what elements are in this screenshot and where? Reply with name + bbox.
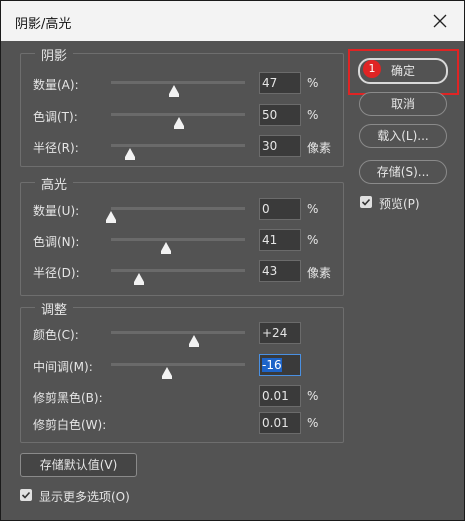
preview-checkbox[interactable]: [360, 196, 372, 208]
preview-check-icon: [361, 198, 371, 206]
more-options-label: 显示更多选项(O): [39, 490, 130, 504]
shadows-radius-unit: 像素: [307, 141, 332, 155]
shadow-highlight-dialog: 阴影/高光 阴影 数量(A): 47 % 色调(T): 50 % 半径(R):: [0, 0, 465, 521]
color-input[interactable]: +24: [259, 322, 301, 344]
clip-black-label: 修剪黑色(B):: [33, 391, 103, 405]
adjustments-group: 调整 颜色(C): +24 中间调(M): -16 修剪黑色(B): 0.01 …: [20, 299, 344, 443]
shadows-tone-unit: %: [307, 108, 319, 122]
shadows-radius-label: 半径(R):: [33, 141, 79, 155]
more-options-checkbox[interactable]: [20, 489, 32, 501]
color-label: 颜色(C):: [33, 328, 79, 342]
clip-white-unit: %: [307, 416, 319, 430]
save-button[interactable]: 存储(S)...: [359, 160, 447, 184]
highlights-amount-thumb[interactable]: [106, 211, 116, 223]
clip-white-label: 修剪白色(W):: [33, 418, 107, 432]
highlights-tone-slider[interactable]: [111, 238, 245, 254]
highlights-tone-unit: %: [307, 233, 319, 247]
close-icon[interactable]: [428, 9, 452, 33]
shadows-tone-input[interactable]: 50: [259, 104, 301, 126]
highlights-radius-unit: 像素: [307, 266, 332, 280]
clip-white-input[interactable]: 0.01: [259, 412, 301, 434]
title-bar: 阴影/高光: [1, 1, 464, 41]
load-button[interactable]: 载入(L)...: [359, 124, 447, 148]
color-thumb[interactable]: [189, 335, 199, 347]
highlights-radius-input[interactable]: 43: [259, 260, 301, 282]
clip-black-input[interactable]: 0.01: [259, 385, 301, 407]
shadows-tone-label: 色调(T):: [33, 110, 78, 124]
shadows-group-title: 阴影: [35, 45, 74, 64]
step-badge: 1: [363, 60, 381, 78]
shadows-group: 阴影 数量(A): 47 % 色调(T): 50 % 半径(R): 30 像素: [20, 45, 344, 167]
shadows-tone-slider[interactable]: [111, 113, 245, 129]
highlights-amount-slider[interactable]: [106, 207, 245, 223]
highlights-group-title: 高光: [35, 174, 74, 193]
clip-black-unit: %: [307, 389, 319, 403]
color-slider[interactable]: [111, 331, 245, 347]
dialog-title: 阴影/高光: [15, 17, 72, 32]
shadows-amount-thumb[interactable]: [169, 85, 179, 97]
highlights-radius-thumb[interactable]: [134, 273, 144, 285]
save-defaults-button[interactable]: 存储默认值(V): [20, 453, 137, 477]
shadows-radius-slider[interactable]: [111, 144, 245, 160]
dialog-content: 阴影 数量(A): 47 % 色调(T): 50 % 半径(R): 30 像素 …: [1, 41, 464, 520]
highlights-amount-label: 数量(U):: [33, 204, 80, 218]
highlights-tone-label: 色调(N):: [33, 235, 80, 249]
shadows-radius-input[interactable]: 30: [259, 135, 301, 157]
shadows-radius-thumb[interactable]: [125, 148, 135, 160]
adjustments-group-title: 调整: [35, 299, 74, 318]
highlights-amount-unit: %: [307, 202, 319, 216]
shadows-amount-slider[interactable]: [111, 81, 245, 97]
shadows-amount-unit: %: [307, 76, 319, 90]
highlights-radius-label: 半径(D):: [33, 266, 80, 280]
midtone-thumb[interactable]: [162, 367, 172, 379]
cancel-button[interactable]: 取消: [359, 92, 447, 116]
highlights-tone-input[interactable]: 41: [259, 229, 301, 251]
midtone-slider[interactable]: [111, 363, 245, 379]
highlights-radius-slider[interactable]: [111, 269, 245, 285]
more-options-check-icon: [21, 491, 31, 499]
highlights-tone-thumb[interactable]: [161, 242, 171, 254]
preview-label: 预览(P): [379, 197, 420, 211]
highlights-group: 高光 数量(U): 0 % 色调(N): 41 % 半径(D): 43 像素: [20, 174, 344, 296]
shadows-amount-label: 数量(A):: [33, 78, 79, 92]
shadows-tone-thumb[interactable]: [174, 117, 184, 129]
shadows-amount-input[interactable]: 47: [259, 72, 301, 94]
highlights-amount-input[interactable]: 0: [259, 198, 301, 220]
midtone-selected-value: -16: [262, 358, 282, 372]
midtone-input[interactable]: -16: [259, 354, 301, 376]
midtone-label: 中间调(M):: [33, 360, 93, 374]
